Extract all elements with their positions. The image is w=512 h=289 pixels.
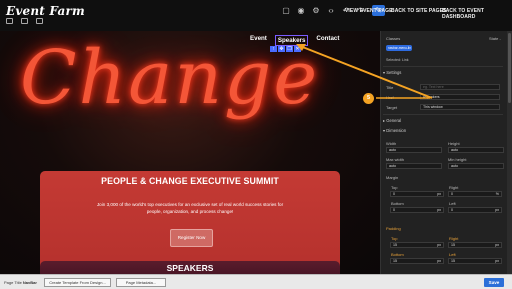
margin-right-label: Right: [449, 185, 459, 190]
move-icon[interactable]: ✥: [278, 46, 285, 52]
margin-right-value: 0: [451, 192, 453, 196]
nav-event-link[interactable]: Event: [250, 35, 267, 46]
desktop-icon[interactable]: [6, 18, 13, 24]
margin-bottom-input[interactable]: 0 px: [390, 207, 444, 213]
unit-select[interactable]: px: [495, 243, 501, 247]
margin-label: Margin: [386, 175, 399, 180]
device-switcher: [6, 18, 43, 24]
max-width-input[interactable]: auto: [386, 163, 442, 169]
settings-section-toggle[interactable]: ▾ Settings: [383, 70, 401, 75]
settings-icon[interactable]: ⚙: [312, 6, 320, 15]
target-select[interactable]: This window: [420, 104, 500, 110]
summit-title: PEOPLE & CHANGE EXECUTIVE SUMMIT: [101, 176, 279, 186]
speakers-section: SPEAKERS: [40, 261, 340, 274]
max-width-label: Max width: [386, 157, 405, 162]
eye-icon[interactable]: ◉: [297, 6, 305, 15]
page-metadata-button[interactable]: Page Metadata...: [116, 278, 166, 287]
selected-element-label: Selected: Link: [386, 58, 409, 62]
divider: [383, 114, 503, 115]
margin-left-input[interactable]: 0 px: [448, 207, 502, 213]
arrow-up-icon[interactable]: ↑: [270, 46, 277, 52]
padding-bottom-value: 15: [393, 259, 397, 263]
padding-right-value: 15: [451, 243, 455, 247]
padding-top-label: Top: [391, 236, 398, 241]
target-label: Target: [386, 105, 398, 110]
unit-select[interactable]: %: [496, 192, 501, 196]
panel-scrollbar[interactable]: [507, 31, 512, 274]
page-title-caption: Page Title: [4, 280, 22, 285]
padding-bottom-label: Bottom: [391, 252, 404, 257]
unit-select[interactable]: px: [437, 243, 443, 247]
unit-select[interactable]: px: [495, 208, 501, 212]
padding-top-input[interactable]: 15 px: [390, 242, 444, 248]
margin-right-input[interactable]: 0%: [448, 191, 502, 197]
padding-left-value: 15: [451, 259, 455, 263]
unit-select[interactable]: px: [437, 192, 443, 196]
height-label: Height: [448, 141, 460, 146]
mobile-icon[interactable]: [36, 18, 43, 24]
code-icon[interactable]: ‹›: [327, 6, 335, 15]
square-icon[interactable]: ▢: [282, 6, 290, 15]
register-now-button[interactable]: Register Now: [170, 229, 213, 247]
min-height-label: Min height: [448, 157, 467, 162]
settings-section-label: Settings: [386, 70, 402, 75]
copy-icon[interactable]: ❐: [286, 46, 293, 52]
margin-left-value: 0: [451, 208, 453, 212]
title-input[interactable]: eg. Text here: [420, 84, 500, 90]
page-navbar: Event Speakers Contact: [250, 35, 339, 46]
margin-left-label: Left: [449, 201, 456, 206]
min-height-input[interactable]: auto: [448, 163, 504, 169]
class-chip[interactable]: navbar-menu-lin: [386, 45, 412, 51]
unit-select[interactable]: px: [495, 259, 501, 263]
nav-speakers-link[interactable]: Speakers: [274, 35, 309, 46]
padding-right-label: Right: [449, 236, 459, 241]
step-badge: 5: [363, 93, 374, 104]
href-input[interactable]: #speakers: [420, 94, 500, 100]
speakers-heading: SPEAKERS: [166, 263, 214, 273]
margin-top-label: Top: [391, 185, 398, 190]
scrollbar-thumb[interactable]: [508, 33, 511, 103]
classes-label: Classes: [386, 36, 401, 41]
unit-select[interactable]: px: [437, 208, 443, 212]
width-label: Width: [386, 141, 397, 146]
summit-section: PEOPLE & CHANGE EXECUTIVE SUMMIT Join 3,…: [40, 171, 340, 274]
divider: [383, 66, 503, 67]
padding-top-value: 15: [393, 243, 397, 247]
general-section-toggle[interactable]: ▸ General: [383, 118, 401, 123]
height-input[interactable]: auto: [448, 147, 504, 153]
top-toolbar: Event Farm ▢ ◉ ⚙ ‹› ↶ ↷ ✎ VIEW EVENT PAG…: [0, 0, 512, 31]
margin-top-input[interactable]: 0 px: [390, 191, 444, 197]
bottom-bar: Page Title NavBar Create Template From D…: [0, 274, 512, 289]
padding-left-label: Left: [449, 252, 456, 257]
back-to-site-pages-link[interactable]: BACK TO SITE PAGES: [391, 8, 447, 14]
margin-bottom-label: Bottom: [391, 201, 404, 206]
dimension-section-label: Dimension: [386, 128, 407, 133]
back-to-event-dashboard-link[interactable]: BACK TO EVENT DASHBOARD: [442, 8, 512, 20]
unit-select[interactable]: px: [437, 259, 443, 263]
title-label: Title: [386, 85, 394, 90]
margin-top-value: 0: [393, 192, 395, 196]
delete-icon[interactable]: ✕: [294, 46, 301, 52]
padding-bottom-input[interactable]: 15 px: [390, 258, 444, 264]
view-event-page-link[interactable]: VIEW EVENT PAGE: [345, 8, 393, 14]
app-logo: Event Farm: [6, 4, 85, 18]
state-select[interactable]: State -: [489, 36, 501, 41]
dimension-section-toggle[interactable]: ▾ Dimension: [383, 128, 406, 133]
nav-contact-link[interactable]: Contact: [316, 35, 339, 46]
href-label: Href: [386, 95, 394, 100]
padding-right-input[interactable]: 15 px: [448, 242, 502, 248]
page-canvas[interactable]: Change Event Speakers Contact ↑ ✥ ❐ ✕ PE…: [0, 31, 380, 274]
page-title-label: Page Title NavBar: [4, 280, 37, 285]
create-template-button[interactable]: Create Template From Design...: [44, 278, 111, 287]
save-button[interactable]: Save: [484, 278, 504, 287]
element-toolbar: ↑ ✥ ❐ ✕: [270, 46, 301, 52]
width-input[interactable]: auto: [386, 147, 442, 153]
padding-label: Padding: [386, 226, 401, 231]
summit-description: Join 3,000 of the world's top executives…: [96, 202, 284, 214]
padding-left-input[interactable]: 15 px: [448, 258, 502, 264]
tablet-icon[interactable]: [21, 18, 28, 24]
page-title-value[interactable]: NavBar: [23, 280, 37, 285]
general-section-label: General: [386, 118, 402, 123]
margin-bottom-value: 0: [393, 208, 395, 212]
